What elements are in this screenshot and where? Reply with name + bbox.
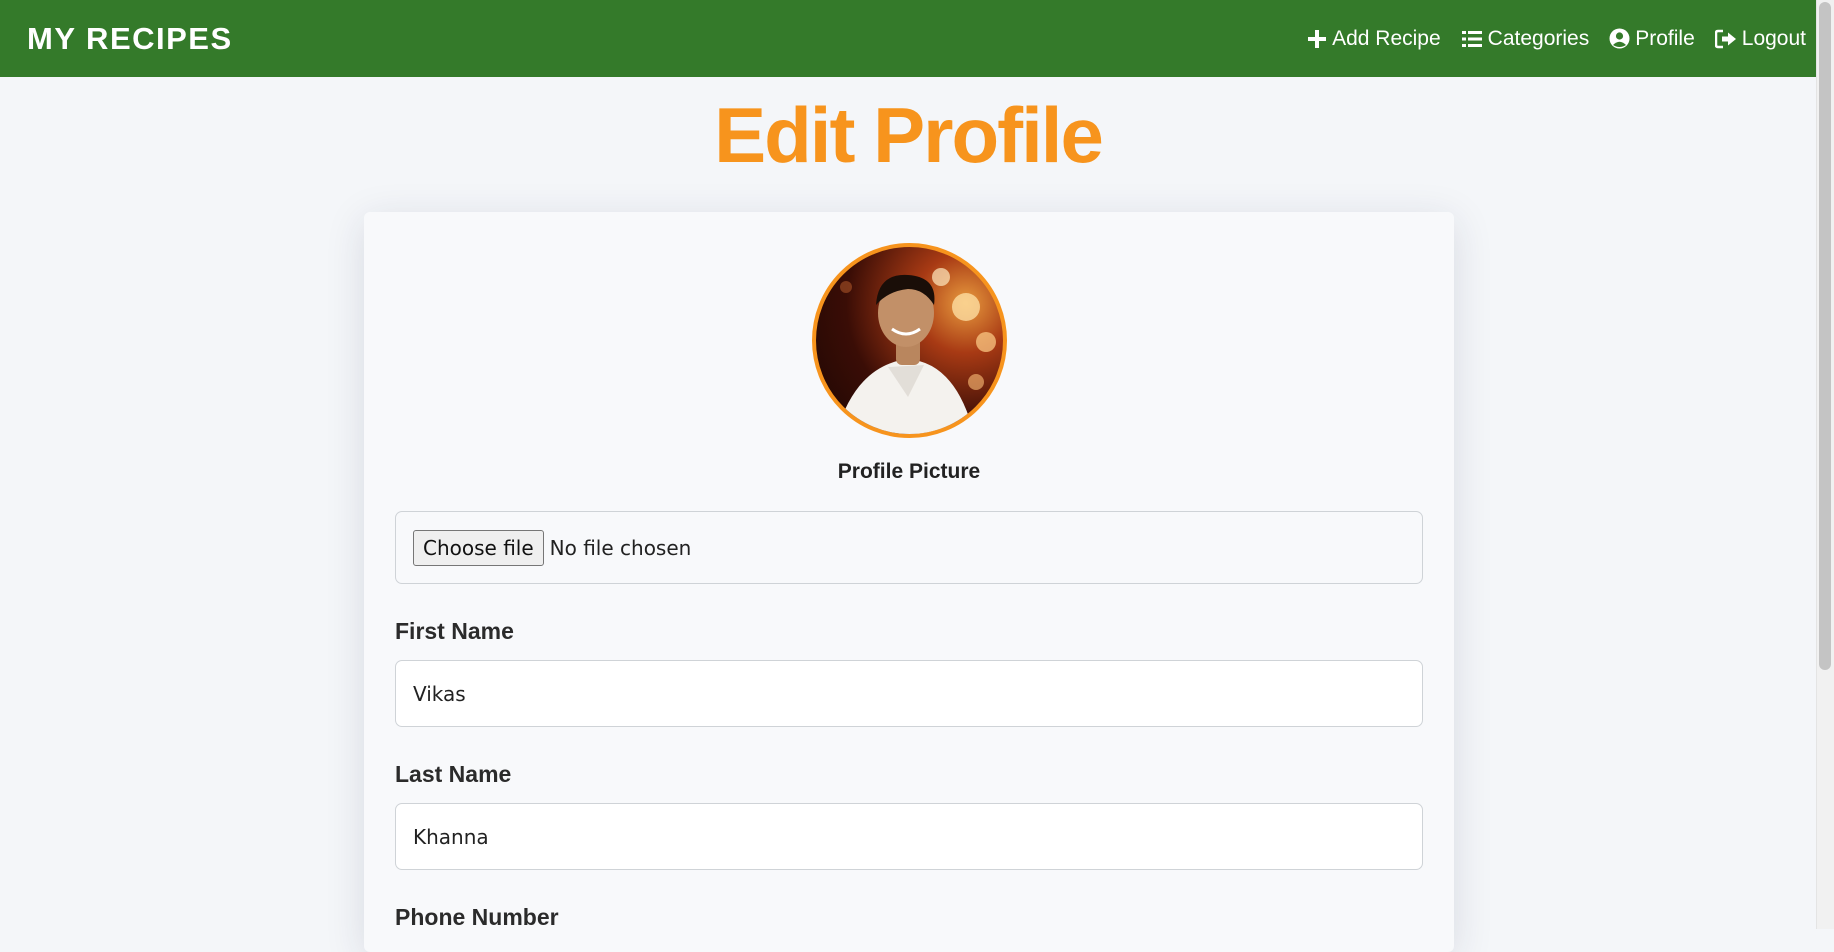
choose-file-button[interactable]: Choose file <box>413 529 544 566</box>
nav-logout-label: Logout <box>1741 26 1806 50</box>
nav-profile-label: Profile <box>1635 26 1695 50</box>
phone-number-label: Phone Number <box>395 904 559 930</box>
file-status-text: No file chosen <box>549 535 692 560</box>
profile-picture-file-input[interactable]: Choose file No file chosen <box>395 511 1423 584</box>
nav-add-recipe-label: Add Recipe <box>1332 26 1441 50</box>
page-title: Edit Profile <box>714 91 1104 179</box>
first-name-input[interactable] <box>395 660 1423 727</box>
top-navbar: MY RECIPES Add Recipe Categories Profile… <box>0 0 1816 77</box>
nav-logout-link[interactable]: Logout <box>1714 26 1806 51</box>
nav-categories-label: Categories <box>1487 26 1590 50</box>
nav-categories-link[interactable]: Categories <box>1461 26 1590 51</box>
brand-logo[interactable]: MY RECIPES <box>27 21 233 57</box>
profile-picture-label: Profile Picture <box>837 460 981 483</box>
scrollbar-thumb[interactable] <box>1819 2 1831 670</box>
avatar-photo <box>836 268 996 434</box>
first-name-label: First Name <box>395 618 514 644</box>
sign-out-icon <box>1714 29 1736 48</box>
last-name-label: Last Name <box>395 761 512 787</box>
nav-links: Add Recipe Categories Profile Logout <box>1307 27 1806 51</box>
nav-profile-link[interactable]: Profile <box>1609 27 1695 51</box>
page-scrollbar[interactable] <box>1816 0 1834 929</box>
profile-avatar <box>812 243 1007 438</box>
edit-profile-card: Profile Picture Choose file No file chos… <box>364 212 1454 952</box>
nav-add-recipe-link[interactable]: Add Recipe <box>1307 27 1441 51</box>
plus-icon <box>1308 29 1327 48</box>
user-circle-icon <box>1609 28 1630 49</box>
last-name-input[interactable] <box>395 803 1423 870</box>
list-icon <box>1461 30 1482 47</box>
